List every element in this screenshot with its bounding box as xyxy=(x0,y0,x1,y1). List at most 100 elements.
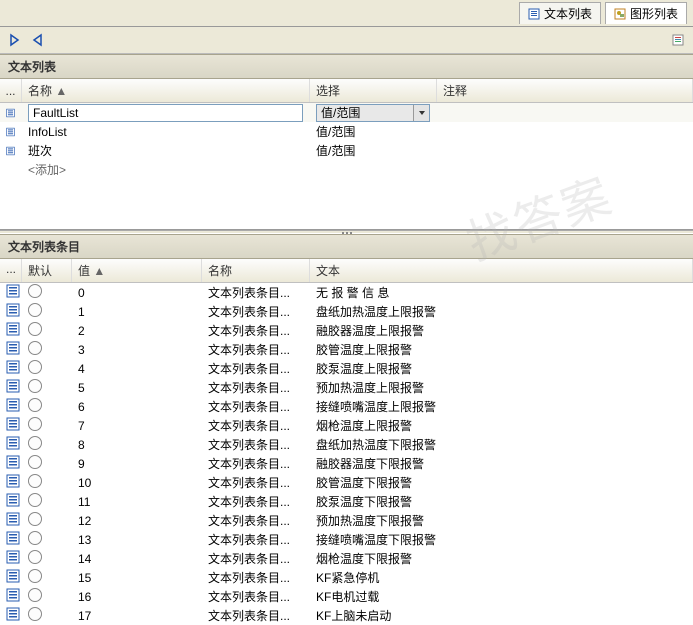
name-cell[interactable]: 文本列表条目... xyxy=(202,568,310,587)
col-header-handle[interactable]: ... xyxy=(0,79,22,102)
row-handle[interactable] xyxy=(0,397,22,416)
value-cell[interactable]: 1 xyxy=(72,304,202,320)
col-header-handle[interactable]: ... xyxy=(0,259,22,282)
default-radio[interactable] xyxy=(28,360,42,374)
text-cell[interactable]: KF紧急停机 xyxy=(310,568,693,587)
text-cell[interactable]: 胶管温度上限报警 xyxy=(310,340,693,359)
default-radio[interactable] xyxy=(28,512,42,526)
name-cell[interactable]: 文本列表条目... xyxy=(202,397,310,416)
list-row[interactable]: 班次值/范围 xyxy=(0,141,693,160)
entry-row[interactable]: 5文本列表条目...预加热温度上限报警 xyxy=(0,378,693,397)
name-cell[interactable]: 文本列表条目... xyxy=(202,435,310,454)
value-cell[interactable]: 15 xyxy=(72,570,202,586)
text-cell[interactable]: 盘纸加热温度下限报警 xyxy=(310,435,693,454)
col-header-value[interactable]: 值 ▲ xyxy=(72,259,202,282)
entry-row[interactable]: 15文本列表条目...KF紧急停机 xyxy=(0,568,693,587)
value-cell[interactable]: 0 xyxy=(72,285,202,301)
value-cell[interactable]: 5 xyxy=(72,380,202,396)
default-cell[interactable] xyxy=(22,492,72,511)
add-row[interactable]: <添加> xyxy=(0,160,693,179)
col-header-note[interactable]: 注释 xyxy=(437,79,693,102)
default-radio[interactable] xyxy=(28,398,42,412)
default-radio[interactable] xyxy=(28,588,42,602)
default-radio[interactable] xyxy=(28,569,42,583)
nav-forward-button[interactable] xyxy=(6,31,24,49)
row-handle[interactable] xyxy=(0,378,22,397)
value-cell[interactable]: 13 xyxy=(72,532,202,548)
text-cell[interactable]: 无 报 警 信 息 xyxy=(310,283,693,302)
row-handle[interactable] xyxy=(0,321,22,340)
default-cell[interactable] xyxy=(22,283,72,302)
text-cell[interactable]: KF上脑未启动 xyxy=(310,606,693,625)
row-handle[interactable] xyxy=(0,435,22,454)
col-header-name[interactable]: 名称 ▲ xyxy=(22,79,310,102)
select-cell[interactable]: 值/范围 xyxy=(310,103,437,123)
name-cell[interactable]: 文本列表条目... xyxy=(202,283,310,302)
text-cell[interactable]: KF电机过载 xyxy=(310,587,693,606)
text-cell[interactable]: 融胶器温度下限报警 xyxy=(310,454,693,473)
row-handle[interactable] xyxy=(0,105,22,121)
name-cell[interactable]: 文本列表条目... xyxy=(202,378,310,397)
default-cell[interactable] xyxy=(22,416,72,435)
text-cell[interactable]: 胶管温度下限报警 xyxy=(310,473,693,492)
default-radio[interactable] xyxy=(28,607,42,621)
name-cell[interactable]: 文本列表条目... xyxy=(202,492,310,511)
entry-row[interactable]: 12文本列表条目...预加热温度下限报警 xyxy=(0,511,693,530)
col-header-name[interactable]: 名称 xyxy=(202,259,310,282)
default-cell[interactable] xyxy=(22,397,72,416)
value-cell[interactable]: 6 xyxy=(72,399,202,415)
note-cell[interactable] xyxy=(437,131,693,133)
value-cell[interactable]: 7 xyxy=(72,418,202,434)
row-handle[interactable] xyxy=(0,302,22,321)
value-cell[interactable]: 10 xyxy=(72,475,202,491)
entry-row[interactable]: 9文本列表条目...融胶器温度下限报警 xyxy=(0,454,693,473)
row-handle[interactable] xyxy=(0,511,22,530)
name-cell[interactable]: 文本列表条目... xyxy=(202,530,310,549)
select-cell[interactable]: 值/范围 xyxy=(310,122,437,141)
tab-graphic-list[interactable]: 图形列表 xyxy=(605,2,687,24)
name-cell[interactable]: 文本列表条目... xyxy=(202,359,310,378)
row-handle[interactable] xyxy=(0,492,22,511)
default-radio[interactable] xyxy=(28,379,42,393)
value-cell[interactable]: 4 xyxy=(72,361,202,377)
entry-row[interactable]: 10文本列表条目...胶管温度下限报警 xyxy=(0,473,693,492)
text-cell[interactable]: 预加热温度上限报警 xyxy=(310,378,693,397)
text-cell[interactable]: 预加热温度下限报警 xyxy=(310,511,693,530)
name-input[interactable] xyxy=(29,106,302,120)
properties-button[interactable] xyxy=(669,31,687,49)
select-cell[interactable]: 值/范围 xyxy=(310,141,437,160)
name-cell[interactable]: 文本列表条目... xyxy=(202,606,310,625)
select-dropdown[interactable]: 值/范围 xyxy=(316,104,430,122)
entry-row[interactable]: 16文本列表条目...KF电机过载 xyxy=(0,587,693,606)
default-cell[interactable] xyxy=(22,378,72,397)
default-cell[interactable] xyxy=(22,530,72,549)
value-cell[interactable]: 9 xyxy=(72,456,202,472)
name-cell[interactable]: 文本列表条目... xyxy=(202,587,310,606)
entry-row[interactable]: 3文本列表条目...胶管温度上限报警 xyxy=(0,340,693,359)
row-handle[interactable] xyxy=(0,549,22,568)
name-cell[interactable] xyxy=(22,103,310,123)
default-cell[interactable] xyxy=(22,606,72,625)
default-radio[interactable] xyxy=(28,531,42,545)
text-cell[interactable]: 胶泵温度上限报警 xyxy=(310,359,693,378)
default-cell[interactable] xyxy=(22,435,72,454)
default-cell[interactable] xyxy=(22,340,72,359)
list-row[interactable]: 值/范围 xyxy=(0,103,693,122)
name-cell[interactable]: 文本列表条目... xyxy=(202,511,310,530)
nav-back-button[interactable] xyxy=(28,31,46,49)
row-handle[interactable] xyxy=(0,606,22,625)
name-cell[interactable]: 文本列表条目... xyxy=(202,302,310,321)
name-cell[interactable]: 文本列表条目... xyxy=(202,473,310,492)
tab-text-list[interactable]: 文本列表 xyxy=(519,2,601,24)
default-radio[interactable] xyxy=(28,341,42,355)
entry-row[interactable]: 2文本列表条目...融胶器温度上限报警 xyxy=(0,321,693,340)
value-cell[interactable]: 16 xyxy=(72,589,202,605)
col-header-default[interactable]: 默认 xyxy=(22,259,72,282)
value-cell[interactable]: 14 xyxy=(72,551,202,567)
default-cell[interactable] xyxy=(22,587,72,606)
value-cell[interactable]: 3 xyxy=(72,342,202,358)
default-cell[interactable] xyxy=(22,359,72,378)
text-cell[interactable]: 融胶器温度上限报警 xyxy=(310,321,693,340)
row-handle[interactable] xyxy=(0,473,22,492)
default-radio[interactable] xyxy=(28,322,42,336)
